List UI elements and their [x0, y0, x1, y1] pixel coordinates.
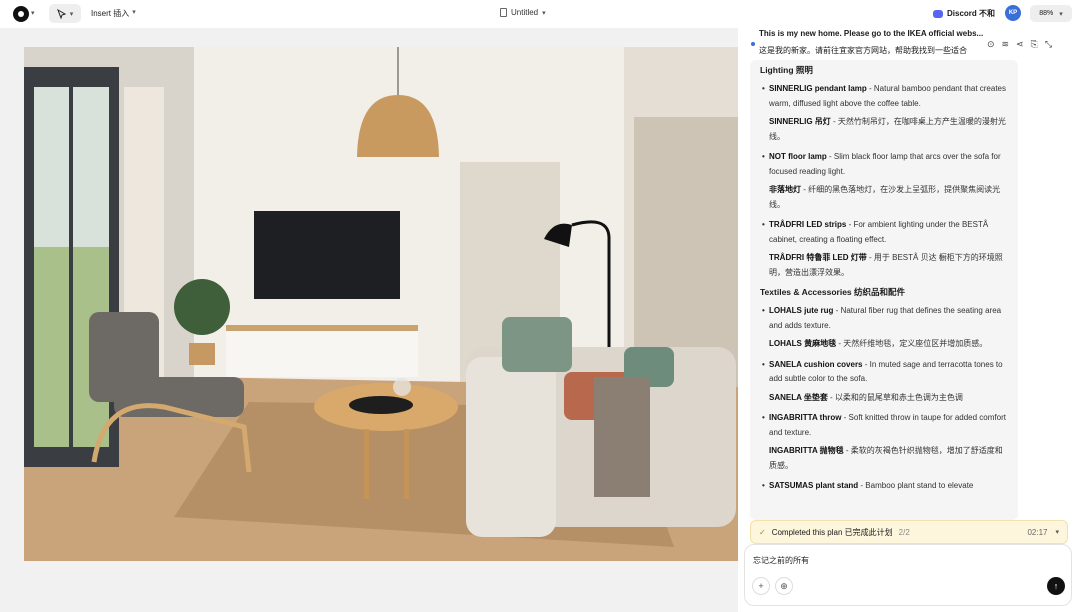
chevron-down-icon: ▾ — [69, 10, 74, 18]
plan-status-text: Completed this plan 已完成此计划 — [771, 527, 893, 537]
chevron-down-icon[interactable]: ▾ — [1055, 528, 1059, 536]
list-item: SINNERLIG pendant lamp - Natural bamboo … — [760, 82, 1008, 144]
chevron-down-icon: ▾ — [1059, 10, 1063, 18]
top-toolbar: ▾ ▾ Insert 插入 ▾ Untitled ▾ Discord 不和 KP… — [0, 0, 1080, 28]
filter-icon[interactable]: ≋ — [1002, 39, 1010, 50]
item-desc-zh: - 天然纤维地毯，定义座位区并增加质感。 — [836, 339, 988, 348]
item-name-zh: SANELA 坐垫套 — [769, 392, 828, 402]
chat-input[interactable]: 忘记之前的所有 — [753, 555, 809, 566]
discord-icon — [933, 9, 943, 18]
living-room-image[interactable] — [24, 47, 738, 561]
pointer-tool-button[interactable]: ▾ — [49, 4, 81, 23]
list-item: NOT floor lamp - Slim black floor lamp t… — [760, 150, 1008, 212]
collapse-icon[interactable]: ⤡ — [1045, 39, 1052, 50]
item-name-zh: LOHALS 黄麻地毯 — [769, 339, 837, 348]
panel-actions: ⊙ ≋ ⋖ ⎘ ⤡ — [987, 39, 1052, 50]
item-name: INGABRITTA throw — [769, 413, 842, 422]
plan-status-bar[interactable]: ✓ Completed this plan 已完成此计划 2/2 02:17 ▾ — [750, 520, 1068, 544]
plan-count: 2/2 — [898, 527, 910, 537]
list-item: INGABRITTA throw - Soft knitted throw in… — [760, 411, 1008, 473]
pointer-icon — [56, 8, 66, 19]
item-name-zh: 非落地灯 — [769, 185, 801, 194]
plus-icon: + — [758, 581, 764, 591]
discord-label: Discord 不和 — [947, 9, 996, 18]
prompt-text-en: This is my new home. Please go to the IK… — [759, 29, 984, 38]
list-item: TRÅDFRI LED strips - For ambient lightin… — [760, 218, 1008, 280]
item-name: SANELA cushion covers — [769, 359, 863, 369]
document-title[interactable]: Untitled ▾ — [500, 8, 546, 17]
avatar[interactable]: KP — [1005, 5, 1021, 21]
item-desc-zh: - 以柔和的鼠尾草和赤土色调为主色调 — [827, 392, 963, 402]
item-desc: - Bamboo plant stand to elevate — [858, 481, 974, 490]
globe-icon: ⊕ — [780, 580, 788, 591]
item-name: SINNERLIG pendant lamp — [769, 84, 867, 93]
list-item: SATSUMAS plant stand - Bamboo plant stan… — [760, 479, 1008, 494]
discord-button[interactable]: Discord 不和 — [933, 8, 995, 19]
check-icon: ✓ — [759, 527, 766, 537]
insert-menu[interactable]: Insert 插入 ▾ — [91, 8, 136, 19]
insert-label: Insert 插入 — [91, 9, 130, 18]
plan-time: 02:17 — [1027, 527, 1048, 537]
prompt-text-zh: 这是我的新家。请前往宜家官方网站，帮助我找到一些适合 — [759, 46, 967, 55]
status-dot — [751, 42, 755, 46]
list-item: SANELA cushion covers - In muted sage an… — [760, 358, 1008, 406]
chat-input-box[interactable] — [744, 544, 1072, 606]
item-name: SATSUMAS plant stand — [769, 481, 859, 490]
section-heading: Textiles & Accessories 纺织品和配件 — [760, 287, 906, 297]
item-desc-zh: - 纤细的黑色落地灯，在沙发上呈弧形，提供聚焦阅读光线。 — [769, 185, 1001, 209]
send-button[interactable]: ↑ — [1047, 577, 1065, 595]
item-name-zh: TRÅDFRI 特鲁菲 LED 灯带 — [769, 253, 867, 262]
chevron-down-icon[interactable]: ▾ — [31, 9, 35, 17]
item-name: TRÅDFRI LED strips — [769, 220, 847, 229]
document-title-text: Untitled — [511, 8, 539, 17]
document-icon — [500, 8, 507, 17]
share-icon[interactable]: ⋖ — [1016, 39, 1024, 50]
web-button[interactable]: ⊕ — [775, 577, 793, 595]
section-heading: Lighting 照明 — [760, 65, 813, 75]
item-name: NOT floor lamp — [769, 152, 827, 161]
app-logo-icon[interactable] — [13, 6, 29, 22]
chevron-down-icon: ▾ — [132, 9, 136, 16]
list-item: LOHALS jute rug - Natural fiber rug that… — [760, 304, 1008, 352]
assistant-message: Lighting 照明 SINNERLIG pendant lamp - Nat… — [750, 60, 1018, 520]
living-room-illustration — [24, 47, 738, 561]
arrow-up-icon: ↑ — [1053, 581, 1059, 591]
item-name: LOHALS jute rug — [769, 306, 834, 315]
chevron-down-icon: ▾ — [542, 9, 546, 17]
add-button[interactable]: + — [752, 577, 770, 595]
play-icon[interactable]: ⊙ — [987, 39, 995, 50]
item-name-zh: INGABRITTA 抛物毯 — [769, 446, 844, 455]
item-name-zh: SINNERLIG 吊灯 — [769, 117, 831, 126]
zoom-select[interactable]: 88% ▾ — [1030, 5, 1072, 22]
export-icon[interactable]: ⎘ — [1031, 39, 1038, 50]
zoom-value: 88% — [1039, 10, 1054, 17]
